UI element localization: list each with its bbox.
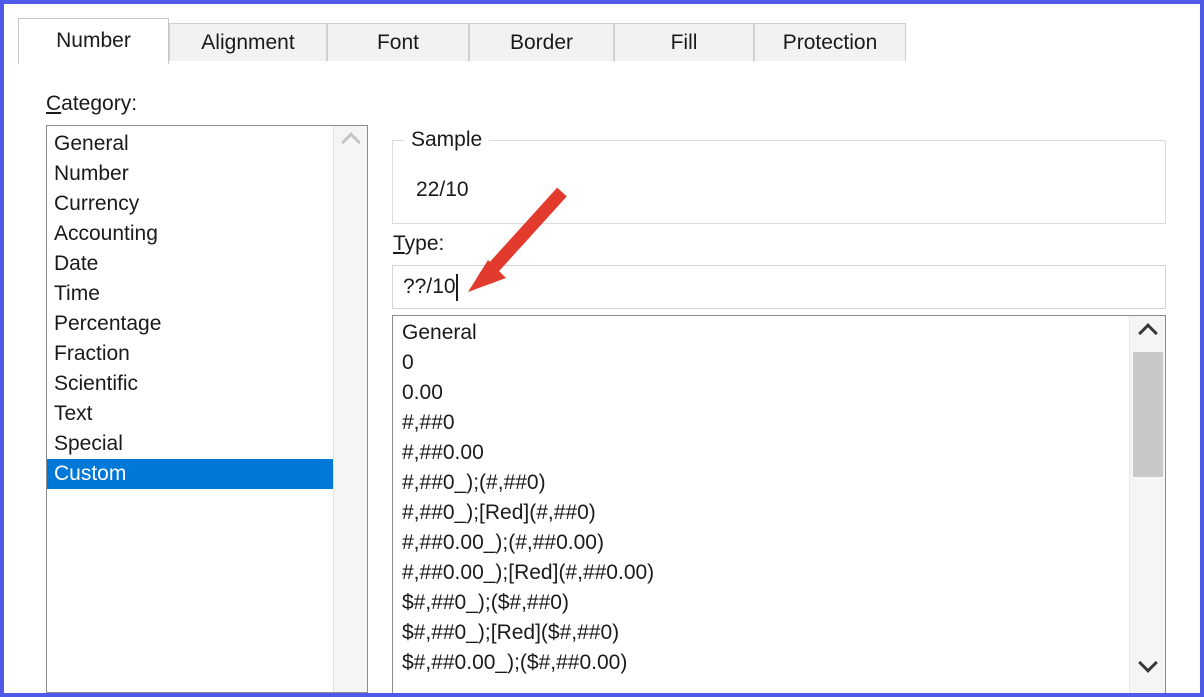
- category-label: Category:: [46, 92, 137, 116]
- category-item-accounting[interactable]: Accounting: [47, 219, 334, 249]
- format-code-list: General 0 0.00 #,##0 #,##0.00 #,##0_);(#…: [393, 316, 1131, 678]
- format-code-item[interactable]: $#,##0_);($#,##0): [393, 588, 1131, 618]
- category-item-currency[interactable]: Currency: [47, 189, 334, 219]
- category-item-date[interactable]: Date: [47, 249, 334, 279]
- sample-group-box: [392, 140, 1166, 224]
- tab-protection[interactable]: Protection: [754, 23, 906, 62]
- category-scrollbar[interactable]: [333, 126, 367, 692]
- tab-protection-label: Protection: [782, 31, 878, 54]
- tab-strip-underline: [18, 61, 1186, 62]
- format-scroll-down-button[interactable]: [1130, 648, 1165, 681]
- chevron-up-icon: [1137, 323, 1158, 343]
- category-item-fraction[interactable]: Fraction: [47, 339, 334, 369]
- category-item-text[interactable]: Text: [47, 399, 334, 429]
- type-input[interactable]: [392, 265, 1166, 309]
- category-item-special[interactable]: Special: [47, 429, 334, 459]
- type-label-accel: T: [393, 232, 405, 255]
- format-code-item[interactable]: $#,##0.00_);($#,##0.00): [393, 648, 1131, 678]
- format-code-item[interactable]: #,##0.00: [393, 438, 1131, 468]
- category-label-accel: C: [46, 92, 62, 115]
- tab-fill-label: Fill: [670, 31, 698, 54]
- tab-font[interactable]: Font: [327, 23, 469, 62]
- chevron-up-icon: [340, 132, 361, 152]
- category-list: General Number Currency Accounting Date …: [47, 126, 334, 489]
- tab-number-label: Number: [56, 29, 131, 52]
- type-label: Type:: [393, 232, 444, 256]
- format-code-item[interactable]: #,##0_);[Red](#,##0): [393, 498, 1131, 528]
- tab-strip: Number Alignment Font Border Fill Protec…: [18, 18, 1186, 64]
- category-listbox[interactable]: General Number Currency Accounting Date …: [46, 125, 368, 693]
- format-list-scrollbar[interactable]: [1129, 316, 1165, 693]
- format-code-listbox[interactable]: General 0 0.00 #,##0 #,##0.00 #,##0_);(#…: [392, 315, 1166, 693]
- category-item-custom[interactable]: Custom: [47, 459, 334, 489]
- tab-fill[interactable]: Fill: [614, 23, 754, 62]
- format-code-item[interactable]: #,##0.00_);(#,##0.00): [393, 528, 1131, 558]
- sample-group-legend: Sample: [404, 128, 490, 152]
- category-item-scientific[interactable]: Scientific: [47, 369, 334, 399]
- tab-number[interactable]: Number: [18, 18, 169, 64]
- type-label-rest: ype:: [404, 232, 445, 255]
- category-label-rest: ategory:: [61, 92, 138, 115]
- format-code-item[interactable]: #,##0_);(#,##0): [393, 468, 1131, 498]
- tab-alignment-label: Alignment: [201, 31, 295, 54]
- format-code-item[interactable]: 0.00: [393, 378, 1131, 408]
- format-scroll-up-button[interactable]: [1130, 316, 1165, 349]
- format-code-item[interactable]: 0: [393, 348, 1131, 378]
- category-item-general[interactable]: General: [47, 129, 334, 159]
- chevron-down-icon: [1137, 653, 1158, 673]
- format-code-item[interactable]: #,##0.00_);[Red](#,##0.00): [393, 558, 1131, 588]
- format-scrollbar-thumb[interactable]: [1133, 352, 1163, 477]
- category-item-time[interactable]: Time: [47, 279, 334, 309]
- format-code-item[interactable]: $#,##0_);[Red]($#,##0): [393, 618, 1131, 648]
- category-item-percentage[interactable]: Percentage: [47, 309, 334, 339]
- category-item-number[interactable]: Number: [47, 159, 334, 189]
- tab-border[interactable]: Border: [469, 23, 614, 62]
- tab-alignment[interactable]: Alignment: [169, 23, 327, 62]
- category-scroll-up-button[interactable]: [334, 126, 367, 156]
- format-code-item[interactable]: General: [393, 318, 1131, 348]
- sample-value: 22/10: [416, 178, 469, 201]
- tab-border-label: Border: [509, 31, 574, 54]
- format-cells-dialog-screenshot: Number Alignment Font Border Fill Protec…: [0, 0, 1204, 697]
- text-cursor: [456, 274, 458, 301]
- format-code-item[interactable]: #,##0: [393, 408, 1131, 438]
- format-cells-dialog: Number Alignment Font Border Fill Protec…: [4, 4, 1200, 693]
- tab-font-label: Font: [376, 31, 420, 54]
